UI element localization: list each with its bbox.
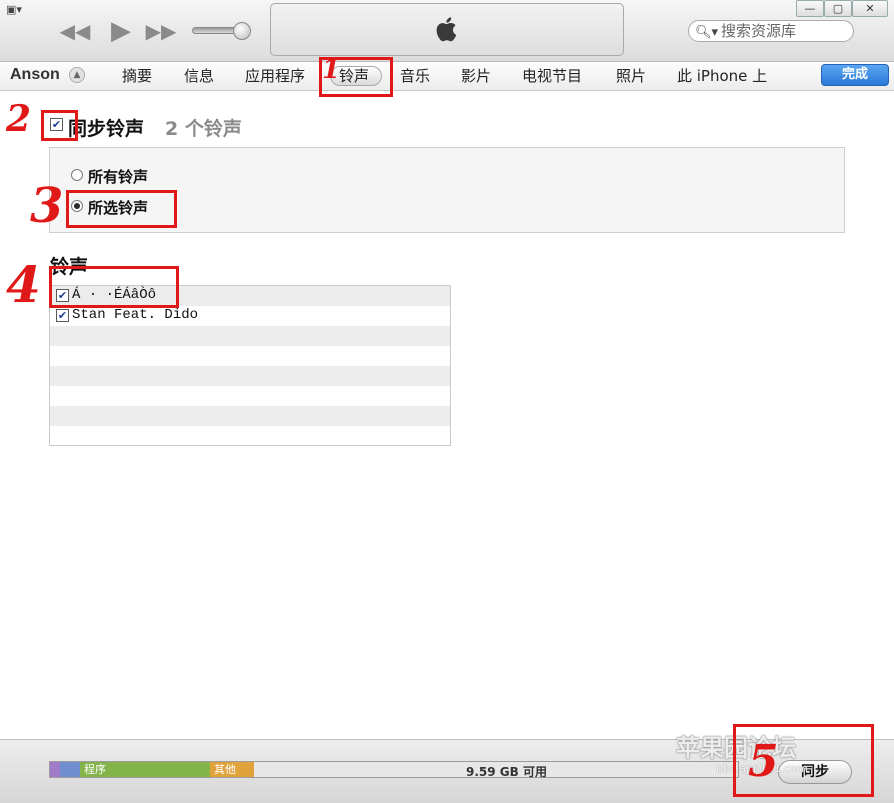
play-icon[interactable]: ▶ [104,18,138,44]
capacity-bar: 程序 其他 [49,761,739,778]
tone-checkbox[interactable]: ✔ [56,309,69,322]
sync-tones-label: 同步铃声 [68,118,145,140]
previous-icon[interactable]: ◀◀ [58,18,92,44]
search-icon: 🔍︎▾ [695,25,719,40]
tab-summary[interactable]: 摘要 [122,65,152,86]
menu-icon[interactable]: ▣▾ [6,3,32,17]
empty-row [50,326,450,346]
tab-music[interactable]: 音乐 [400,65,430,86]
tone-name: Stan Feat. Dido [72,307,199,323]
empty-row [50,426,450,445]
annotation-box-2 [41,110,78,141]
annotation-box-3 [66,190,177,228]
capacity-segment-other: 其他 [210,762,254,777]
tab-movies[interactable]: 影片 [461,65,491,86]
minimize-button[interactable]: — [796,0,824,17]
all-tones-label: 所有铃声 [88,168,149,186]
device-name[interactable]: Anson [10,66,60,84]
annotation-number-5: 5 [748,736,779,787]
annotation-number-2: 2 [6,98,32,140]
window-controls: — ▢ ✕ [796,0,892,18]
apple-logo-icon [436,17,457,42]
annotation-number-1: 1 [322,55,341,85]
annotation-number-4: 4 [6,255,41,314]
tab-apps[interactable]: 应用程序 [245,65,305,86]
list-item[interactable]: ✔ Stan Feat. Dido [50,306,450,326]
close-button[interactable]: ✕ [852,0,888,17]
capacity-segment-other-media [60,762,80,777]
volume-knob[interactable] [233,22,251,40]
tab-photos[interactable]: 照片 [616,65,646,86]
all-tones-radio[interactable] [71,169,83,181]
tab-info[interactable]: 信息 [184,65,214,86]
itunes-window: ▣▾ ◀◀ ▶ ▶▶ — ▢ ✕ 🔍︎▾ 搜索资源库 Anson ▲ 摘要 信息 … [0,0,894,803]
search-placeholder: 搜索资源库 [721,22,797,40]
tab-tv-shows[interactable]: 电视节目 [522,65,582,86]
capacity-segment-audio [50,762,60,777]
empty-row [50,386,450,406]
eject-icon[interactable]: ▲ [69,67,85,83]
free-space-label: 9.59 GB 可用 [466,765,547,779]
done-button[interactable]: 完成 [821,64,889,86]
maximize-button[interactable]: ▢ [824,0,852,17]
tones-list: ✔ Á · ·ÉÁâÒô ✔ Stan Feat. Dido [49,285,451,446]
empty-row [50,366,450,386]
capacity-segment-apps: 程序 [80,762,210,777]
tab-on-this-iphone[interactable]: 此 iPhone 上 [677,65,767,86]
empty-row [50,346,450,366]
empty-row [50,406,450,426]
search-field[interactable]: 🔍︎▾ 搜索资源库 [688,20,854,42]
annotation-number-3: 3 [30,178,64,234]
tone-count: 2 个铃声 [165,118,242,140]
annotation-box-4 [49,266,179,308]
next-icon[interactable]: ▶▶ [144,18,178,44]
